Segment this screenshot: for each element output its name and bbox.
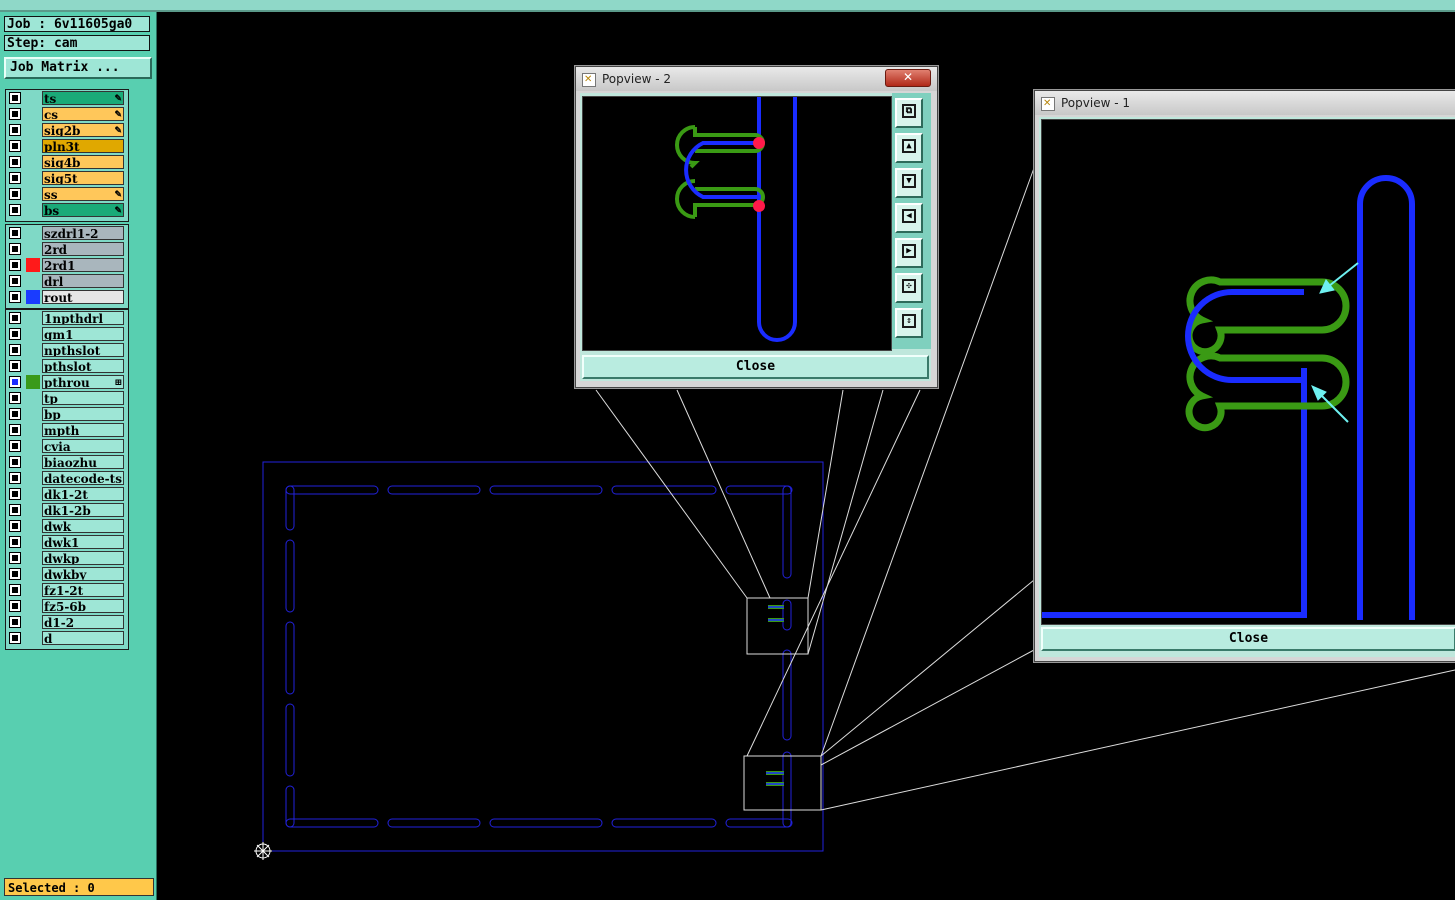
app-icon [582,68,596,92]
feature-thumb-2 [768,605,784,622]
popview-2-toolbar: ⧉ ▲ ▼ ◀ ▶ ✣ ⇕ [892,93,931,349]
pan-up-icon[interactable]: ▲ [895,133,923,163]
popview-1-body: Close [1039,117,1455,657]
popview-2-title: Popview - 2 [602,72,671,86]
feature-thumb-1 [766,771,784,786]
pan-down-icon[interactable]: ▼ [895,168,923,198]
pan-left-icon[interactable]: ◀ [895,203,923,233]
zoom-fit-icon[interactable]: ✣ [895,273,923,303]
popview-2-titlebar[interactable]: Popview - 2 ✕ [576,67,937,92]
popview-2-view[interactable] [582,96,892,351]
board-outline [262,461,824,852]
rout-slots [285,485,793,828]
app-icon [1041,92,1055,116]
popview-1-close-button[interactable]: Close [1041,627,1455,651]
popview-1-titlebar[interactable]: Popview - 1 [1035,91,1455,116]
popview-1-graphic [1042,175,1415,620]
popview-2-graphic [675,97,797,342]
zoom-window-icon[interactable]: ⧉ [895,98,923,128]
pan-right-icon[interactable]: ▶ [895,238,923,268]
window-close-icon[interactable]: ✕ [885,69,931,87]
popview-1-title: Popview - 1 [1061,96,1130,110]
popview-2-body: ⧉ ▲ ▼ ◀ ▶ ✣ ⇕ Close [580,93,931,381]
popview-2-window[interactable]: Popview - 2 ✕ ⧉ ▲ ▼ ◀ ▶ ✣ ⇕ C [575,66,938,388]
origin-icon [254,842,272,860]
popview-1-window[interactable]: Popview - 1 Cl [1034,90,1455,662]
popview-2-close-button[interactable]: Close [582,355,929,379]
zoom-home-icon[interactable]: ⇕ [895,308,923,338]
popview-1-view[interactable] [1041,119,1455,625]
leader-lines-2 [595,389,921,757]
